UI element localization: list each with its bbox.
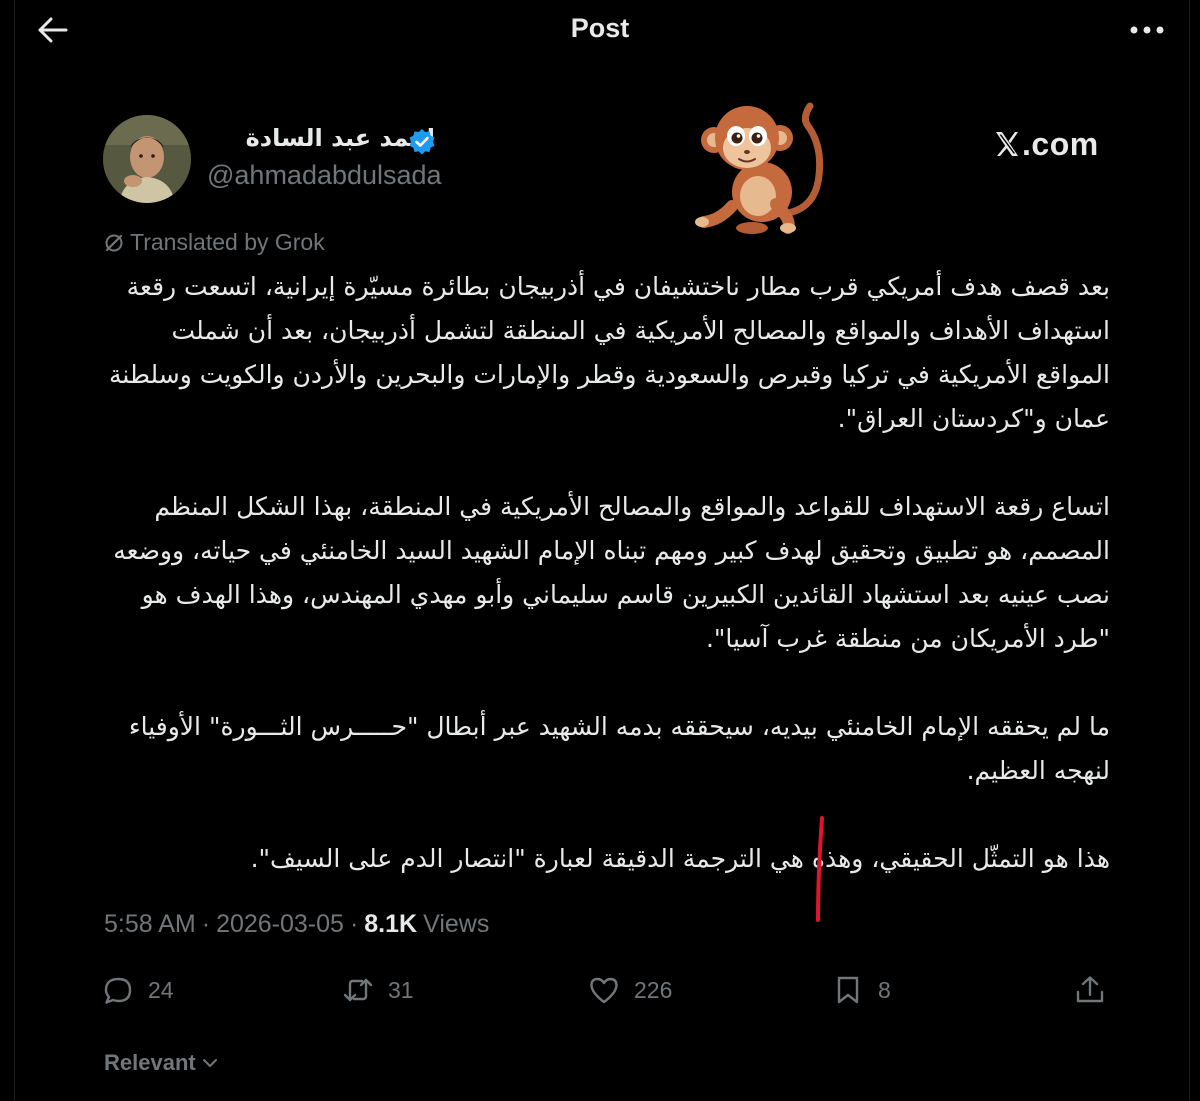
post-paragraph: بعد قصف هدف أمريكي قرب مطار ناختشيفان في… (109, 272, 1110, 433)
like-count: 226 (634, 976, 673, 1003)
bookmark-button[interactable]: 8 (832, 968, 891, 1012)
grok-icon (105, 234, 123, 251)
post-time[interactable]: 5:58 AM (104, 910, 196, 939)
action-bar: 24 31 226 8 (0, 968, 1200, 1012)
x-logo-icon (996, 132, 1018, 156)
bookmark-icon (837, 976, 859, 1004)
top-bar: Post (0, 0, 1200, 60)
like-button[interactable]: 226 (588, 968, 672, 1012)
post-meta: 5:58 AM · 2026-03-05 · 8.1K Views (104, 910, 489, 939)
avatar[interactable] (103, 115, 191, 203)
author-name[interactable]: احمد عبد السادة (246, 124, 435, 152)
translation-label: Translated by Grok (130, 229, 325, 255)
x-com-watermark: .com (994, 124, 1099, 164)
reply-sort-dropdown[interactable]: Relevant (104, 1050, 218, 1076)
post-date[interactable]: 2026-03-05 (216, 910, 344, 939)
reply-sort-label: Relevant (104, 1050, 196, 1075)
meta-separator: · (349, 910, 359, 938)
translation-notice[interactable]: Translated by Grok (104, 229, 325, 256)
more-horizontal-icon (1130, 26, 1164, 34)
meta-separator: · (201, 910, 211, 938)
monkey-icon (695, 102, 824, 234)
views-label: Views (423, 910, 490, 938)
post-screen: Post احمد عبد السادة @ahmadabdulsada .co… (0, 0, 1200, 1101)
share-button[interactable] (1074, 968, 1106, 1012)
avatar-photo-icon (103, 115, 191, 203)
post-paragraph: هذا هو التمثّل الحقيقي، وهذه هي الترجمة … (250, 844, 1110, 873)
repost-button[interactable]: 31 (342, 968, 414, 1012)
post-text: بعد قصف هدف أمريكي قرب مطار ناختشيفان في… (100, 265, 1110, 881)
more-options-button[interactable] (1122, 12, 1172, 48)
repost-icon (343, 978, 373, 1002)
bookmark-count: 8 (878, 976, 891, 1003)
share-icon (1076, 976, 1104, 1003)
reply-count: 24 (148, 976, 174, 1003)
post-paragraph: اتساع رقعة الاستهداف للقواعد والمواقع وا… (113, 492, 1110, 653)
heart-icon (590, 977, 618, 1004)
repost-count: 31 (388, 976, 414, 1003)
reply-icon (104, 977, 132, 1004)
author-handle[interactable]: @ahmadabdulsada (207, 160, 442, 191)
right-border (1189, 0, 1190, 1101)
x-com-domain-text: .com (1022, 125, 1099, 162)
chevron-down-icon (202, 1059, 217, 1067)
page-title: Post (570, 13, 630, 43)
verified-badge-icon (409, 129, 435, 155)
post-paragraph: ما لم يحققه الإمام الخامنئي بيديه، سيحقق… (128, 712, 1110, 785)
reply-button[interactable]: 24 (102, 968, 174, 1012)
red-annotation-mark (816, 816, 824, 922)
left-border (14, 0, 15, 1101)
views-count: 8.1K (364, 910, 418, 938)
